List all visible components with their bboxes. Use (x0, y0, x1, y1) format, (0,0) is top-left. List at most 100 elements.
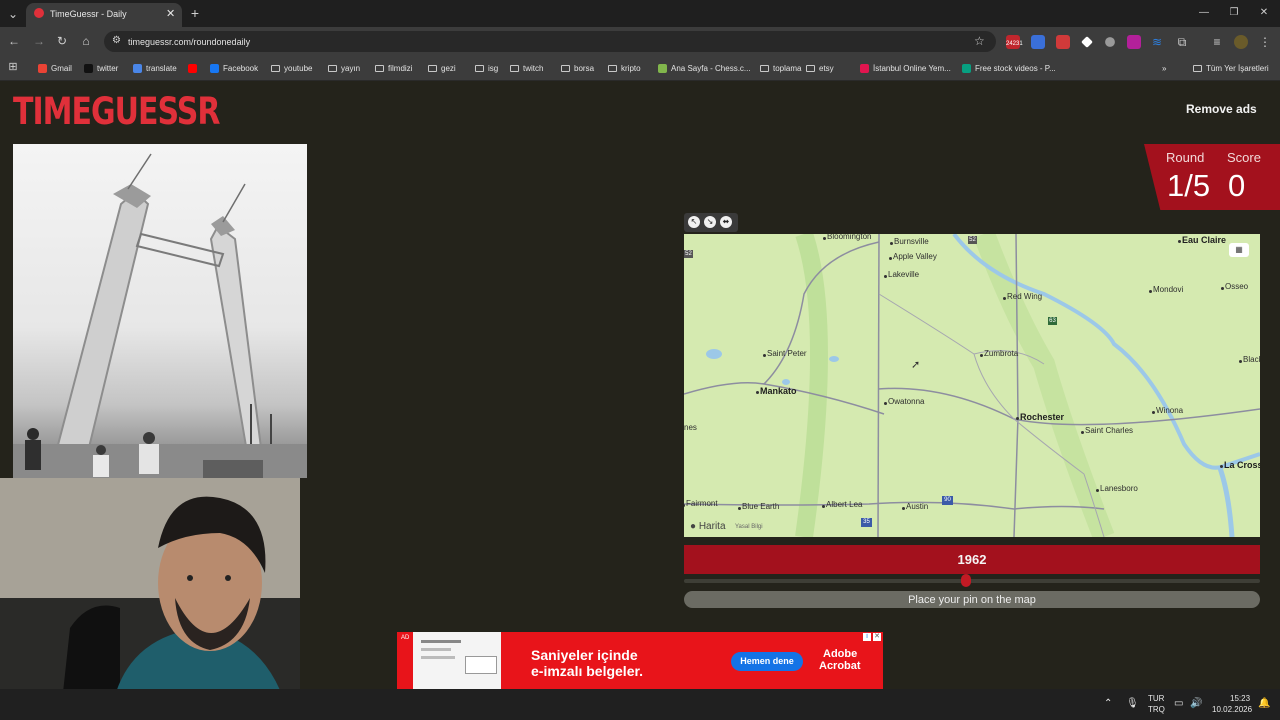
timeguessr-logo[interactable]: TIMEGUESSR (13, 90, 220, 134)
highway-shield-35: 35 (861, 518, 872, 527)
address-bar[interactable]: ⚙ timeguessr.com/roundonedaily ☆ (104, 31, 996, 52)
map-city-dot (1081, 431, 1084, 434)
restore-button[interactable]: ❐ (1226, 6, 1242, 20)
bookmark-item[interactable]: Ana Sayfa - Chess.c... (658, 62, 751, 74)
bookmark-label: filmdizi (388, 63, 413, 73)
minimize-button[interactable]: — (1196, 6, 1212, 20)
bookmark-item[interactable]: yayın (328, 62, 360, 74)
bookmark-item[interactable] (188, 62, 201, 74)
folder-icon (1193, 64, 1202, 72)
network-icon[interactable]: ▭ (1174, 698, 1183, 709)
bookmark-item[interactable]: twitch (510, 62, 543, 74)
bookmark-label: translate (146, 63, 177, 73)
extensions-puzzle-icon[interactable]: ⧉ (1175, 35, 1189, 49)
site-info-icon[interactable]: ⚙ (112, 35, 121, 46)
bookmark-star-icon[interactable]: ☆ (974, 34, 985, 48)
yemeksepeti-icon (860, 63, 869, 73)
wifi-extension-icon[interactable]: ≋ (1150, 35, 1164, 49)
home-icon[interactable]: ⌂ (79, 34, 93, 48)
highway-shield-90: 90 (942, 496, 953, 505)
remove-ads-link[interactable]: Remove ads (1186, 102, 1257, 116)
bookmark-item[interactable]: İstanbul Online Yem... (860, 62, 951, 74)
guess-map[interactable]: Bloomington Burnsville Apple Valley Lakevil… (684, 234, 1260, 537)
score-value: 0 (1228, 168, 1246, 203)
bookmark-label: Ana Sayfa - Chess.c... (671, 63, 751, 73)
bookmark-item[interactable]: Facebook (210, 62, 258, 74)
streamer-webcam-graphic (0, 478, 300, 720)
glasses-extension-icon[interactable] (1105, 37, 1115, 47)
bookmark-item[interactable]: Free stock videos - P... (962, 62, 1056, 74)
bookmark-item[interactable]: toplama (760, 62, 801, 74)
webcam-overlay (0, 478, 300, 720)
new-tab-button[interactable]: + (188, 6, 202, 20)
apps-grid-icon[interactable]: ⊞ (6, 60, 20, 74)
map-city-dot (1221, 287, 1224, 290)
bookmark-item[interactable]: translate (133, 62, 177, 74)
map-shrink-icon[interactable]: ↘ (704, 216, 716, 228)
map-type-icon[interactable]: ▦ (1229, 243, 1249, 257)
ad-close-icon[interactable]: ✕ (873, 633, 881, 641)
map-city-label: Lakeville (888, 270, 920, 279)
reload-icon[interactable]: ↻ (55, 34, 69, 48)
adchoices-icon[interactable]: i (863, 633, 871, 641)
reading-list-icon[interactable]: ≡ (1210, 35, 1224, 49)
round-photo[interactable] (13, 144, 307, 478)
ad-cta-button[interactable]: Hemen dene (731, 652, 803, 671)
adobe-ad-banner[interactable]: AD Saniyeler içinde e-imzalı belgeler. H… (397, 632, 883, 689)
translate-icon (133, 63, 142, 73)
bookmark-item[interactable]: isg (475, 62, 498, 74)
bookmark-item[interactable]: borsa (561, 62, 594, 74)
bookmark-item[interactable]: gezi (428, 62, 456, 74)
year-slider-track[interactable] (684, 579, 1260, 583)
tab-search-icon[interactable]: ⌄ (6, 7, 20, 21)
tab-timeguessr[interactable]: TimeGuessr - Daily ✕ (26, 3, 182, 27)
profile-avatar-icon[interactable] (1234, 35, 1248, 49)
close-window-button[interactable]: ✕ (1256, 6, 1272, 20)
language-line2[interactable]: TRQ (1148, 705, 1165, 714)
purple-extension-icon[interactable] (1127, 35, 1141, 49)
map-city-dot (1220, 465, 1223, 468)
map-city-dot (1096, 489, 1099, 492)
clock-time[interactable]: 15:23 (1230, 694, 1250, 703)
extension-badge-icon[interactable]: 24231 (1006, 35, 1023, 49)
bookmark-item[interactable]: youtube (271, 62, 312, 74)
tray-overflow-icon[interactable]: ⌃ (1104, 698, 1112, 709)
menu-kebab-icon[interactable]: ⋮ (1258, 35, 1272, 49)
forward-icon[interactable]: → (32, 34, 46, 48)
folder-icon (428, 64, 437, 72)
volume-icon[interactable]: 🔊 (1190, 698, 1202, 709)
bookmark-item[interactable]: filmdizi (375, 62, 412, 74)
language-line1[interactable]: TUR (1148, 694, 1164, 703)
place-pin-button[interactable]: Place your pin on the map (684, 591, 1260, 608)
windows-taskbar (0, 689, 1280, 720)
year-display: 1962 (684, 545, 1260, 574)
map-city-dot (1149, 290, 1152, 293)
back-icon[interactable]: ← (7, 34, 21, 48)
map-city-dot (822, 505, 825, 508)
bookmark-item[interactable]: kripto (608, 62, 641, 74)
notification-icon[interactable]: 🔔 (1258, 698, 1270, 709)
map-city-dot (756, 391, 759, 394)
map-city-dot (1003, 297, 1006, 300)
all-bookmarks-folder[interactable]: Tüm Yer İşaretleri (1193, 62, 1269, 74)
year-slider-thumb[interactable] (961, 574, 971, 587)
map-pin-toggle-icon[interactable]: ⬌ (720, 216, 732, 228)
bookmark-label: İstanbul Online Yem... (873, 63, 951, 73)
tab-close-icon[interactable]: ✕ (166, 7, 175, 20)
map-expand-icon[interactable]: ↖ (688, 216, 700, 228)
bookmark-label: twitter (97, 63, 119, 73)
highway-shield-63: 63 (1048, 317, 1057, 325)
map-legal-link[interactable]: Yasal Bilgi (735, 524, 763, 530)
bookmark-label: isg (488, 63, 499, 73)
translate-extension-icon[interactable] (1031, 35, 1045, 49)
bookmark-item[interactable]: Gmail (38, 62, 72, 74)
microphone-icon[interactable]: 🎙 (1126, 698, 1139, 709)
map-city-dot (1239, 360, 1242, 363)
clock-date[interactable]: 10.02.2026 (1212, 705, 1252, 714)
bookmark-item[interactable]: twitter (84, 62, 118, 74)
bookmark-item[interactable]: etsy (806, 62, 834, 74)
bookmarks-overflow-icon[interactable]: » (1162, 62, 1166, 74)
map-city-label: Osseo (1225, 282, 1249, 291)
mail-extension-icon[interactable] (1056, 35, 1070, 49)
map-city-label: Bloomington (827, 234, 872, 241)
